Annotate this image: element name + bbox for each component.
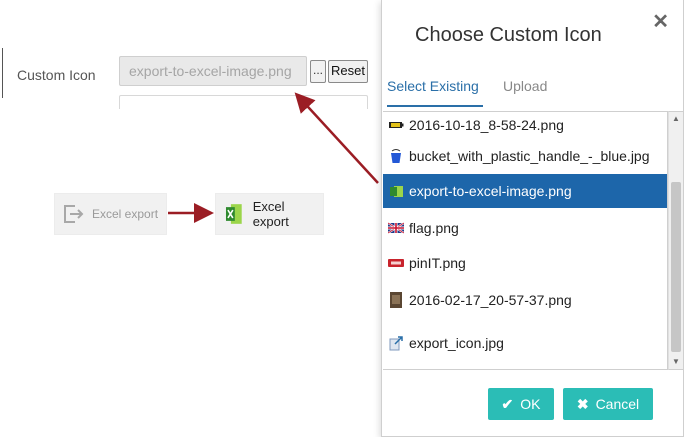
x-icon: ✖ [576,395,589,412]
file-list-scrollbar[interactable]: ▲ ▼ [668,111,684,370]
custom-icon-label: Custom Icon [17,67,96,83]
excel-icon [225,204,242,224]
arrow-to-input [294,92,379,184]
uk-flag-thumb-icon [388,222,404,234]
tab-upload[interactable]: Upload [503,78,547,105]
excel-export-button-before[interactable]: Excel export [54,193,167,235]
form-divider [2,48,3,98]
close-icon[interactable]: ✕ [652,12,669,32]
scroll-up-icon[interactable]: ▲ [669,112,683,126]
list-item[interactable]: pinIT.png [383,246,667,280]
photo-thumb-icon [390,292,402,308]
checkmark-icon: ✔ [501,395,514,412]
list-item[interactable]: 2016-02-17_20-57-37.png [383,283,667,317]
excel-export-label-before: Excel export [92,207,159,221]
file-list[interactable]: 2016-10-18_8-58-24.png bucket_with_plast… [383,111,668,370]
export-icon [64,205,84,223]
modal-title: Choose Custom Icon [415,24,602,46]
battery-thumb-icon [389,122,404,128]
choose-icon-modal: Choose Custom Icon ✕ Select Existing Upl… [381,0,684,437]
excel-thumb-icon [390,186,403,197]
excel-export-button-after[interactable]: Excel export [215,193,324,235]
secondary-field [119,95,368,109]
blue-bucket-thumb-icon [391,149,401,163]
scrollbar-thumb[interactable] [671,182,681,352]
ok-button[interactable]: ✔ OK [488,388,554,420]
pinit-thumb-icon [388,259,404,267]
list-item[interactable]: bucket_with_plastic_handle_-_blue.jpg [383,139,667,173]
list-item[interactable]: flag.png [383,211,667,245]
tab-select-existing[interactable]: Select Existing [387,78,483,107]
scroll-down-icon[interactable]: ▼ [669,355,683,369]
reset-button[interactable]: Reset [328,60,368,83]
list-item[interactable]: 2016-10-18_8-58-24.png [383,112,667,142]
screen: Custom Icon export-to-excel-image.png ..… [0,0,684,437]
excel-export-label-after: Excel export [252,199,289,229]
list-item[interactable]: export_icon.jpg [383,326,667,360]
cancel-button[interactable]: ✖ Cancel [563,388,653,420]
list-item[interactable]: export-to-excel-image.png [383,174,667,208]
export-thumb-icon [389,336,403,351]
custom-icon-input[interactable]: export-to-excel-image.png [119,56,307,86]
browse-button[interactable]: ... [310,60,326,83]
